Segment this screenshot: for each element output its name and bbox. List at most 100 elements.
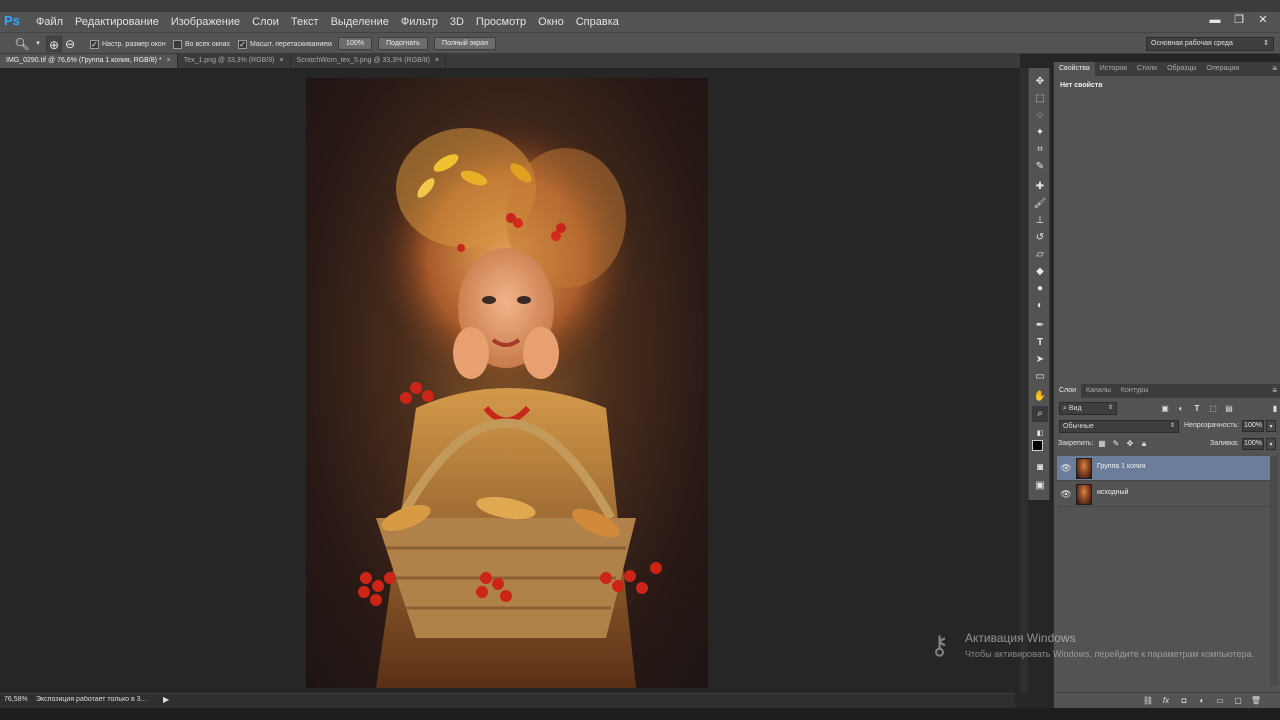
right-panels: Свойства История Стили Образцы Операции … bbox=[1053, 62, 1280, 708]
document-image[interactable] bbox=[306, 78, 708, 688]
trash-icon[interactable]: 🗑︎ bbox=[1250, 695, 1262, 707]
lock-all-icon[interactable]: 🔒︎ bbox=[1138, 438, 1150, 450]
tab-properties[interactable]: Свойства bbox=[1054, 62, 1095, 76]
move-tool-icon[interactable]: ✥ bbox=[1032, 74, 1048, 90]
filter-smart-object-icon[interactable]: ▤ bbox=[1223, 403, 1235, 415]
zoom-tool-icon[interactable]: ⌕ bbox=[1032, 406, 1048, 422]
zoom-out-icon[interactable]: ⊖ bbox=[62, 36, 78, 52]
fill-screen-button[interactable]: Полный экран bbox=[434, 37, 496, 50]
tab-history[interactable]: История bbox=[1095, 62, 1132, 76]
brush-tool-icon[interactable]: 🖌︎ bbox=[1032, 196, 1048, 212]
filter-adjustment-icon[interactable]: ◐ bbox=[1175, 403, 1187, 415]
layer-row[interactable]: 👁︎ Группа 1 копия bbox=[1057, 456, 1270, 481]
close-tab-icon[interactable]: × bbox=[435, 57, 439, 64]
all-windows-checkbox[interactable]: Во всех окнах bbox=[173, 38, 230, 50]
menu-help[interactable]: Справка bbox=[570, 12, 625, 32]
history-brush-tool-icon[interactable]: ↺ bbox=[1032, 230, 1048, 246]
screen-mode-icon[interactable]: ▣ bbox=[1032, 478, 1048, 494]
filter-pixel-icon[interactable]: ▣ bbox=[1159, 403, 1171, 415]
layer-style-icon[interactable]: fx bbox=[1160, 695, 1172, 707]
tab-scratchworn[interactable]: ScratchWorn_tex_5.png @ 33,3% (RGB/8) × bbox=[291, 54, 447, 68]
path-selection-tool-icon[interactable]: ➤ bbox=[1032, 352, 1048, 368]
menu-edit[interactable]: Редактирование bbox=[69, 12, 165, 32]
close-tab-icon[interactable]: × bbox=[167, 57, 171, 64]
close-button[interactable]: ✕ bbox=[1252, 12, 1274, 28]
menu-select[interactable]: Выделение bbox=[325, 12, 395, 32]
tab-img-0290[interactable]: IMG_0290.tif @ 76,6% (Группа 1 копия, RG… bbox=[0, 54, 178, 68]
close-tab-icon[interactable]: × bbox=[279, 57, 283, 64]
actual-pixels-button[interactable]: 100% bbox=[338, 37, 372, 50]
opacity-slider-arrow-icon[interactable]: ▾ bbox=[1266, 420, 1276, 432]
new-layer-icon[interactable]: ▢ bbox=[1232, 695, 1244, 707]
add-mask-icon[interactable]: ◘ bbox=[1178, 695, 1190, 707]
filter-toggle-icon[interactable]: ▮ bbox=[1269, 403, 1280, 415]
menu-layers[interactable]: Слои bbox=[246, 12, 285, 32]
shape-tool-icon[interactable]: ▭ bbox=[1032, 369, 1048, 385]
menu-file[interactable]: Файл bbox=[30, 12, 69, 32]
eyedropper-tool-icon[interactable]: ✎ bbox=[1032, 159, 1048, 175]
panel-menu-icon[interactable]: ≡ bbox=[1272, 386, 1277, 395]
filter-shape-icon[interactable]: ⬚ bbox=[1207, 403, 1219, 415]
adjustment-layer-icon[interactable]: ◐ bbox=[1196, 695, 1208, 707]
blur-tool-icon[interactable]: ● bbox=[1032, 281, 1048, 297]
canvas-area[interactable] bbox=[0, 68, 1015, 693]
magic-wand-tool-icon[interactable]: ✦ bbox=[1032, 125, 1048, 141]
healing-brush-tool-icon[interactable]: ✚ bbox=[1032, 179, 1048, 195]
lock-position-icon[interactable]: ✥ bbox=[1124, 438, 1136, 450]
fill-input[interactable]: 100% bbox=[1242, 438, 1264, 450]
layer-kind-select[interactable]: ⌕ Вид ⇕ bbox=[1059, 402, 1117, 415]
fill-slider-arrow-icon[interactable]: ▾ bbox=[1266, 438, 1276, 450]
lasso-tool-icon[interactable]: ◌ bbox=[1032, 108, 1048, 124]
link-layers-icon[interactable]: ⛓ bbox=[1142, 695, 1154, 707]
paint-bucket-tool-icon[interactable]: ◆ bbox=[1032, 264, 1048, 280]
resize-windows-checkbox[interactable]: ✓ Настр. размер окон bbox=[90, 38, 166, 50]
dodge-tool-icon[interactable]: ◐ bbox=[1032, 298, 1048, 314]
restore-button[interactable]: ❐ bbox=[1228, 12, 1250, 28]
eye-icon[interactable]: 👁︎ bbox=[1060, 488, 1072, 500]
menu-view[interactable]: Просмотр bbox=[470, 12, 532, 32]
tab-paths[interactable]: Контуры bbox=[1116, 384, 1153, 398]
lock-transparent-icon[interactable]: ▦ bbox=[1096, 438, 1108, 450]
chevron-down-icon[interactable]: ▾ bbox=[30, 36, 46, 52]
hand-tool-icon[interactable]: ✋ bbox=[1032, 389, 1048, 405]
clone-stamp-tool-icon[interactable]: ⊥ bbox=[1032, 213, 1048, 229]
tab-styles[interactable]: Стили bbox=[1132, 62, 1162, 76]
tab-layers[interactable]: Слои bbox=[1054, 384, 1082, 398]
new-group-icon[interactable]: ▭ bbox=[1214, 695, 1226, 707]
layer-row[interactable]: 👁︎ исходный bbox=[1057, 482, 1270, 507]
type-tool-icon[interactable]: T bbox=[1032, 335, 1048, 351]
workspace-select[interactable]: Основная рабочая среда ⇕ bbox=[1146, 37, 1274, 51]
fit-screen-button[interactable]: Подогнать bbox=[378, 37, 428, 50]
chevron-down-icon: ⇕ bbox=[1263, 40, 1269, 47]
menu-image[interactable]: Изображение bbox=[165, 12, 246, 32]
filter-type-icon[interactable]: T bbox=[1191, 403, 1203, 415]
panel-menu-icon[interactable]: ≡ bbox=[1272, 64, 1277, 73]
tab-tex-1[interactable]: Tex_1.png @ 33,3% (RGB/8) × bbox=[178, 54, 291, 68]
scrubby-zoom-checkbox[interactable]: ✓ Масшт. перетаскиванием bbox=[238, 38, 332, 50]
layers-scrollbar[interactable] bbox=[1270, 456, 1278, 686]
tab-swatches[interactable]: Образцы bbox=[1162, 62, 1201, 76]
minimize-button[interactable]: ▬ bbox=[1204, 12, 1226, 28]
status-menu-arrow-icon[interactable]: ▶ bbox=[163, 695, 169, 704]
zoom-tool-preset-icon[interactable]: 🔍︎ bbox=[14, 36, 30, 52]
menu-filter[interactable]: Фильтр bbox=[395, 12, 444, 32]
zoom-level[interactable]: 76,58% bbox=[4, 696, 30, 706]
lock-label: Закрепить: bbox=[1058, 440, 1094, 447]
menu-type[interactable]: Текст bbox=[285, 12, 325, 32]
marquee-tool-icon[interactable]: ⬚ bbox=[1032, 91, 1048, 107]
menu-3d[interactable]: 3D bbox=[444, 12, 470, 32]
zoom-in-icon[interactable]: ⊕ bbox=[46, 36, 62, 52]
eye-icon[interactable]: 👁︎ bbox=[1060, 462, 1072, 474]
foreground-color-swatch[interactable] bbox=[1032, 440, 1043, 451]
eraser-tool-icon[interactable]: ▱ bbox=[1032, 247, 1048, 263]
tab-channels[interactable]: Каналы bbox=[1081, 384, 1116, 398]
crop-tool-icon[interactable]: ⌗ bbox=[1032, 142, 1048, 158]
lock-image-icon[interactable]: ✎ bbox=[1110, 438, 1122, 450]
menu-window[interactable]: Окно bbox=[532, 12, 570, 32]
pen-tool-icon[interactable]: ✒ bbox=[1032, 318, 1048, 334]
quick-mask-icon[interactable]: ◙ bbox=[1032, 460, 1048, 476]
chevron-down-icon: ⇕ bbox=[1169, 423, 1175, 429]
blend-mode-select[interactable]: Обычные ⇕ bbox=[1059, 420, 1179, 433]
tab-actions[interactable]: Операции bbox=[1202, 62, 1245, 76]
opacity-input[interactable]: 100% bbox=[1242, 420, 1264, 432]
